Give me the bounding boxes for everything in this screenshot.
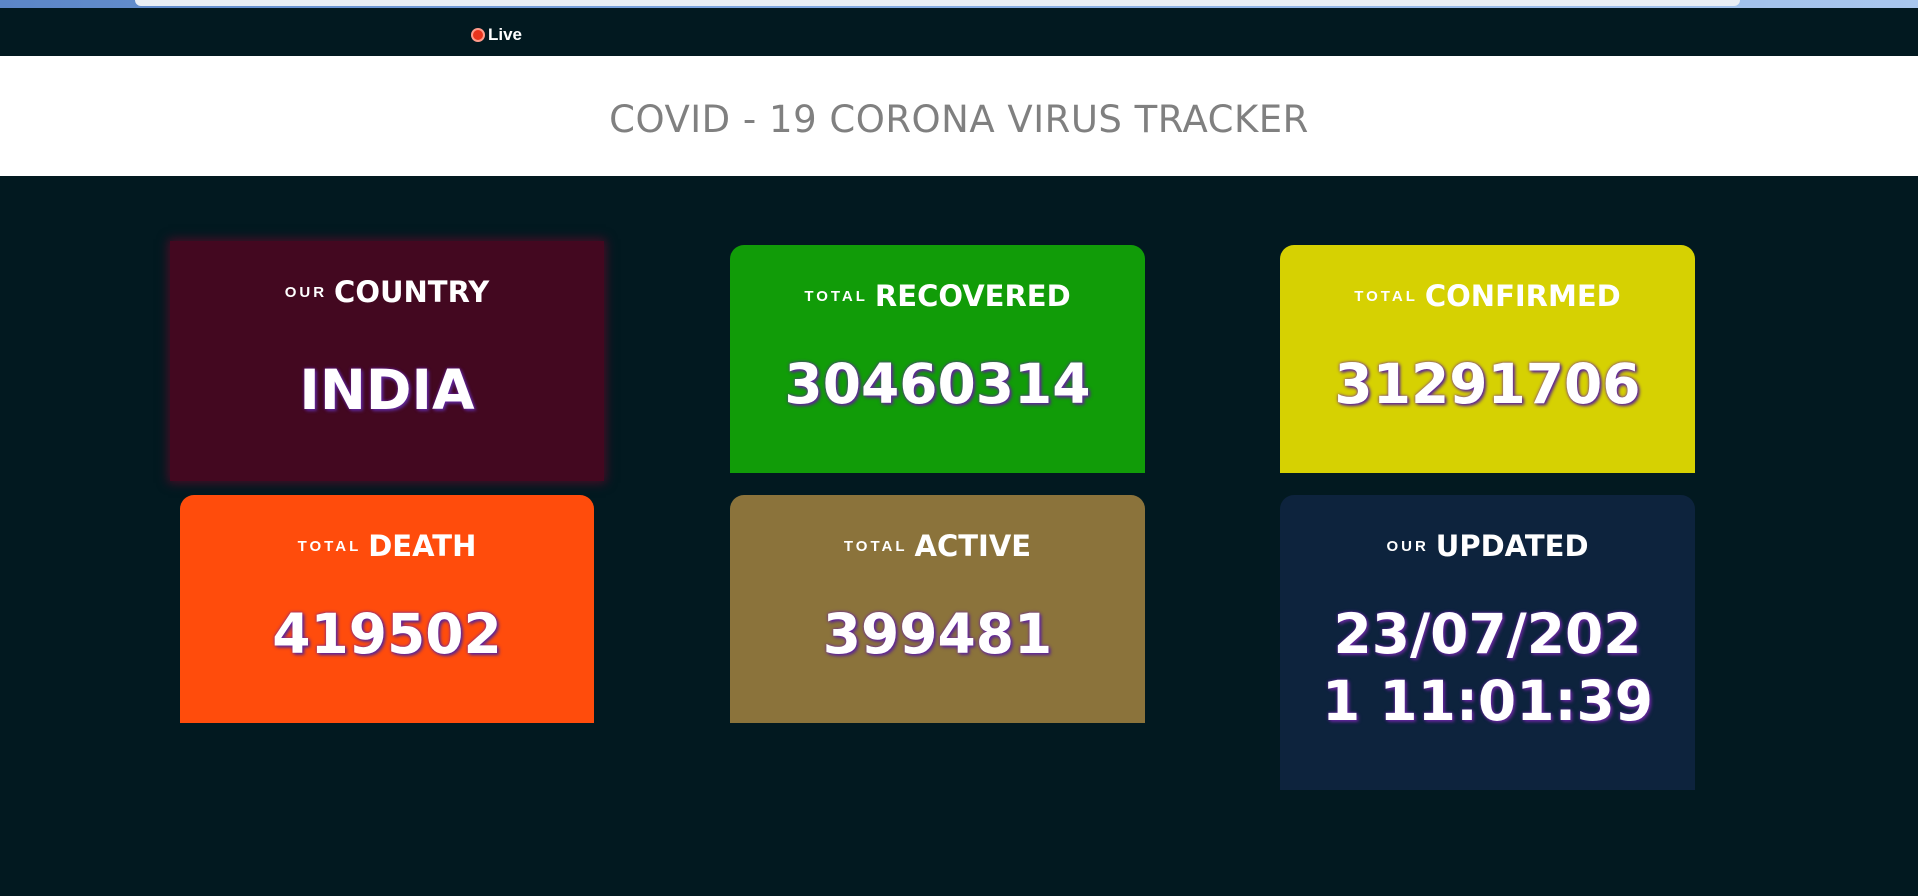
- card-title: TOTAL CONFIRMED: [1280, 279, 1695, 313]
- card-title-main: DEATH: [368, 529, 477, 563]
- card-title-main: COUNTRY: [334, 275, 490, 309]
- death-card: TOTAL DEATH 419502: [180, 495, 594, 723]
- updated-time-value: 1 11:01:39: [1321, 669, 1654, 733]
- confirmed-card: TOTAL CONFIRMED 31291706: [1280, 245, 1695, 473]
- card-title-prefix: OUR: [284, 283, 328, 301]
- live-label: Live: [488, 25, 523, 44]
- card-title-main: ACTIVE: [914, 529, 1032, 563]
- card-title-prefix: TOTAL: [843, 537, 908, 555]
- updated-date-value: 23/07/202: [1333, 602, 1642, 666]
- card-title-prefix: OUR: [1386, 537, 1429, 555]
- death-value: 419502: [272, 602, 502, 666]
- updated-card: OUR UPDATED 23/07/202 1 11:01:39: [1280, 495, 1695, 790]
- card-title: OUR UPDATED: [1280, 529, 1695, 563]
- card-title-main: RECOVERED: [874, 279, 1071, 313]
- card-title: TOTAL DEATH: [180, 529, 594, 563]
- card-title: TOTAL ACTIVE: [730, 529, 1145, 563]
- card-title: TOTAL RECOVERED: [730, 279, 1145, 313]
- country-value: INDIA: [299, 358, 475, 422]
- card-title: OUR COUNTRY: [170, 275, 604, 309]
- card-title-prefix: TOTAL: [1354, 287, 1418, 305]
- active-card: TOTAL ACTIVE 399481: [730, 495, 1145, 723]
- top-bar: Live: [0, 8, 1918, 56]
- card-title-prefix: TOTAL: [804, 287, 868, 305]
- card-title-main: UPDATED: [1435, 529, 1589, 563]
- card-title-main: CONFIRMED: [1424, 279, 1621, 313]
- recovered-value: 30460314: [784, 352, 1091, 416]
- page-header: COVID - 19 CORONA VIRUS TRACKER: [0, 56, 1918, 176]
- page-title: COVID - 19 CORONA VIRUS TRACKER: [609, 98, 1309, 141]
- live-dot-icon: [471, 28, 485, 42]
- active-value: 399481: [822, 602, 1053, 666]
- card-title-prefix: TOTAL: [297, 537, 362, 555]
- confirmed-value: 31291706: [1334, 352, 1641, 416]
- live-indicator[interactable]: Live: [471, 24, 522, 46]
- recovered-card: TOTAL RECOVERED 30460314: [730, 245, 1145, 473]
- country-card: OUR COUNTRY INDIA: [170, 241, 604, 481]
- browser-address-bar[interactable]: [135, 0, 1740, 6]
